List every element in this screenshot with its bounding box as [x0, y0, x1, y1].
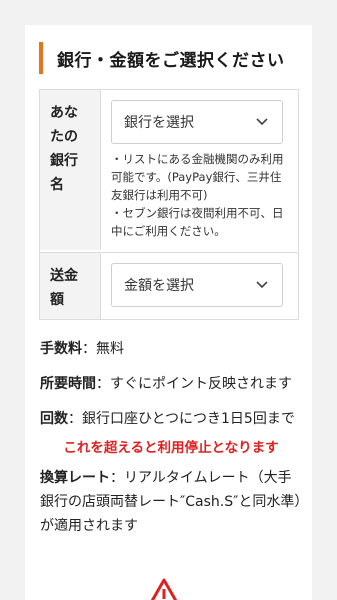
chevron-down-icon: [256, 281, 268, 289]
amount-label: 送金額: [40, 253, 101, 319]
bank-label: あなたの銀行名: [40, 90, 101, 250]
amount-select-value: 金額を選択: [124, 278, 194, 294]
info-section: 手数料：無料 所要時間：すぐにポイント反映されます 回数：銀行口座ひとつにつき1…: [40, 337, 302, 549]
selection-table: あなたの銀行名 銀行を選択 ・リストにある金融機関のみ利用可能です。(PayPa…: [39, 89, 299, 320]
bank-select[interactable]: 銀行を選択: [111, 100, 283, 144]
amount-label-text: 送金額: [50, 268, 78, 308]
bank-label-text: あなたの銀行名: [50, 105, 78, 193]
chevron-down-icon: [256, 118, 268, 126]
selection-card: 銀行・金額をご選択ください あなたの銀行名 銀行を選択 ・リストにある金融機関の…: [25, 25, 312, 600]
time-value: ：すぐにポイント反映されます: [96, 376, 292, 392]
bank-row-body: 銀行を選択 ・リストにある金融機関のみ利用可能です。(PayPay銀行、三井住友…: [101, 90, 298, 252]
time-label: 所要時間: [40, 376, 96, 392]
count-line: 回数：銀行口座ひとつにつき1日5回まで: [40, 407, 302, 431]
section-heading: 銀行・金額をご選択ください: [39, 42, 285, 74]
amount-row: 送金額 金額を選択: [40, 252, 298, 319]
fee-line: 手数料：無料: [40, 337, 302, 361]
amount-row-body: 金額を選択: [101, 253, 298, 319]
time-line: 所要時間：すぐにポイント反映されます: [40, 372, 302, 396]
bank-row: あなたの銀行名 銀行を選択 ・リストにある金融機関のみ利用可能です。(PayPa…: [40, 90, 298, 252]
count-value: ：銀行口座ひとつにつき1日5回まで: [68, 411, 295, 427]
count-label: 回数: [40, 411, 68, 427]
amount-select[interactable]: 金額を選択: [111, 263, 283, 307]
heading-title: 銀行・金額をご選択ください: [57, 50, 285, 71]
fee-label: 手数料: [40, 341, 82, 357]
fee-value: ：無料: [82, 341, 124, 357]
rate-label: 換算レート: [40, 470, 110, 486]
heading-accent-bar: [39, 42, 43, 74]
bank-note: ・リストにある金融機関のみ利用可能です。(PayPay銀行、三井住友銀行は利用不…: [111, 152, 284, 238]
bank-select-value: 銀行を選択: [124, 115, 194, 131]
warning-triangle-icon: [150, 578, 178, 600]
rate-line: 換算レート：リアルタイムレート（大手銀行の店頭両替レート″Cash.S″と同水準…: [40, 466, 302, 538]
limit-warning: これを超えると利用停止となります: [63, 440, 279, 456]
